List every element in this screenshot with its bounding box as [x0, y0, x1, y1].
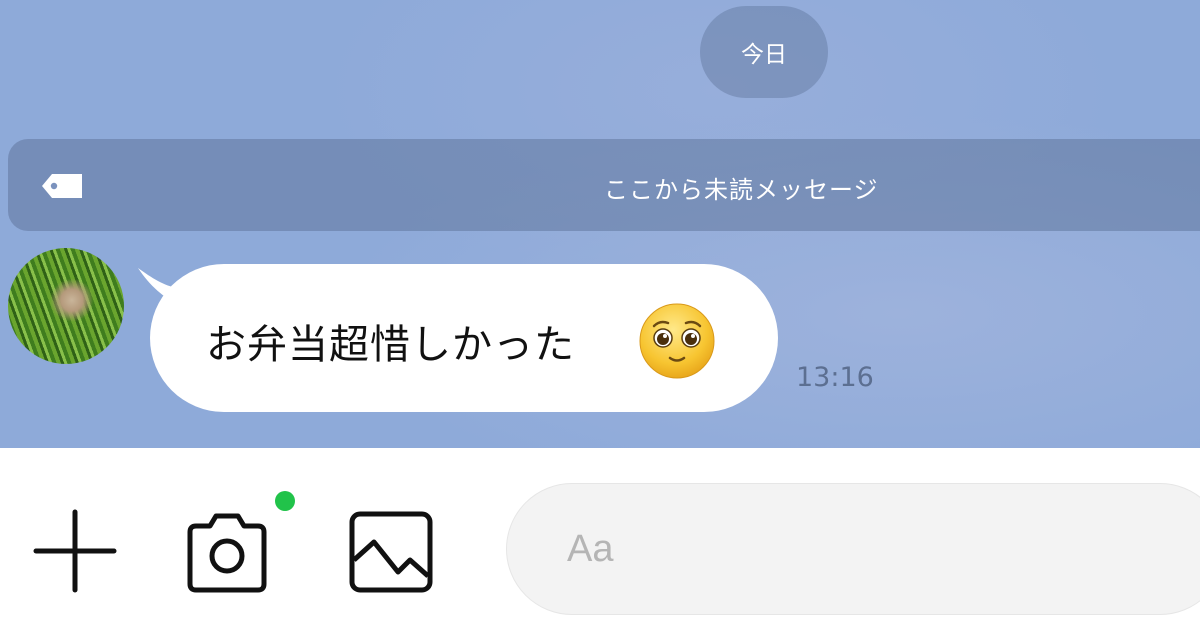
- pleading-face-emoji: [639, 303, 715, 379]
- camera-notification-dot: [275, 491, 295, 511]
- message-input[interactable]: [506, 483, 1200, 615]
- unread-marker-label: ここから未読メッセージ: [604, 176, 879, 204]
- camera-icon[interactable]: [184, 508, 270, 594]
- date-separator: 今日: [700, 6, 828, 98]
- avatar[interactable]: [8, 248, 124, 364]
- chat-area[interactable]: 今日 ここから未読メッセージ お弁当超惜しかった 13:16: [0, 0, 1200, 448]
- message-text: お弁当超惜しかった: [206, 322, 575, 368]
- date-separator-label: 今日: [741, 42, 787, 68]
- plus-icon[interactable]: [32, 508, 118, 594]
- message-timestamp: 13:16: [796, 362, 874, 393]
- tag-icon: [42, 174, 82, 198]
- image-icon[interactable]: [348, 510, 434, 594]
